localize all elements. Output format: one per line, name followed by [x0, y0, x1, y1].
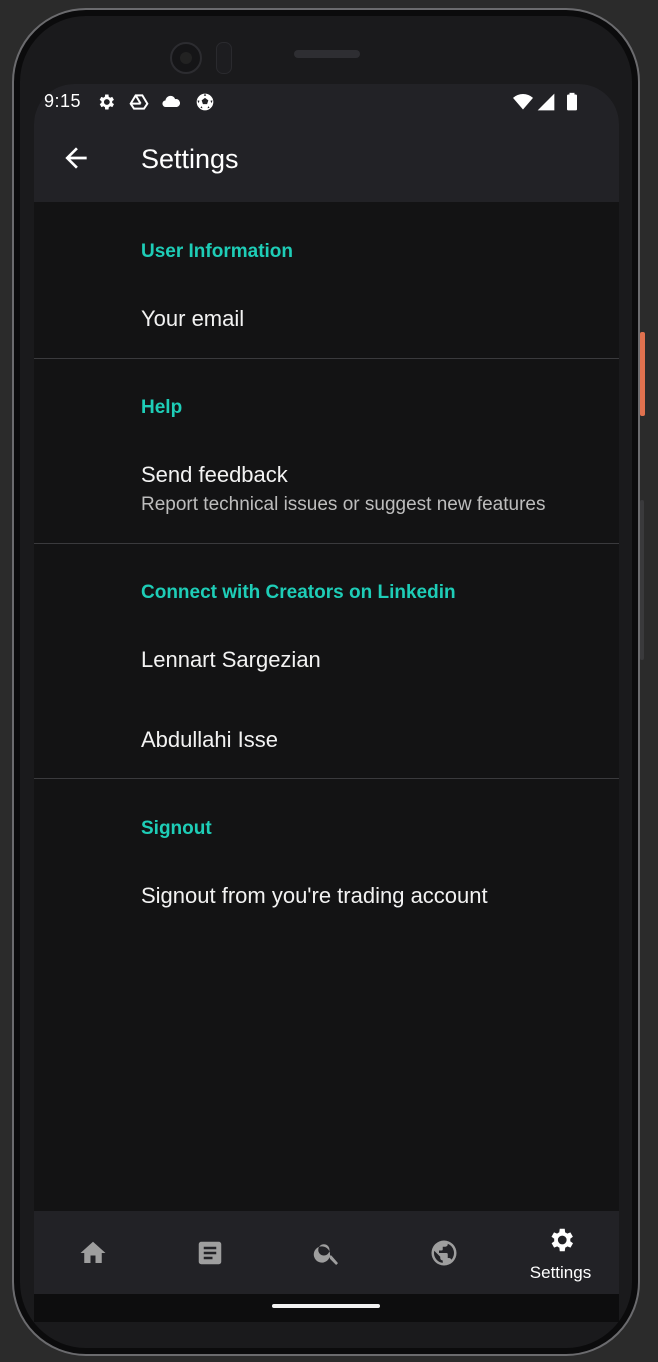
nav-item-search[interactable] — [268, 1211, 385, 1294]
nav-item-home[interactable] — [34, 1211, 151, 1294]
bottom-navigation: Settings — [34, 1211, 619, 1294]
page-title: Settings — [141, 144, 239, 174]
section-divider — [34, 778, 619, 779]
article-icon — [198, 1241, 222, 1265]
screen: 9:15 Settings User Information Your emai… — [34, 84, 619, 1294]
power-button — [640, 332, 645, 416]
proximity-sensor — [216, 42, 232, 74]
gesture-area — [34, 1294, 619, 1322]
settings-item-send-feedback[interactable]: Send feedback Report technical issues or… — [34, 440, 619, 540]
wifi-icon — [513, 94, 533, 110]
section-header-user-information: User Information — [141, 241, 294, 262]
settings-item-title: Send feedback — [141, 462, 288, 487]
signal-icon — [537, 93, 555, 111]
settings-item-title: Abdullahi Isse — [141, 727, 278, 752]
nav-label-settings: Settings — [529, 1263, 592, 1282]
volume-button — [640, 500, 644, 660]
settings-item-abdullahi-isse[interactable]: Abdullahi Isse — [34, 704, 619, 776]
app-bar: Settings — [34, 118, 619, 202]
earpiece-speaker — [294, 50, 360, 58]
section-header-help: Help — [141, 397, 183, 418]
soccer-ball-icon — [196, 93, 214, 111]
search-icon — [313, 1244, 338, 1265]
section-header-signout: Signout — [141, 818, 212, 839]
section-divider — [34, 543, 619, 544]
cloud-icon — [162, 95, 181, 108]
section-divider — [34, 358, 619, 359]
settings-item-lennart-sargezian[interactable]: Lennart Sargezian — [34, 624, 619, 696]
settings-item-title: Your email — [141, 306, 245, 331]
section-header-linkedin: Connect with Creators on Linkedin — [141, 582, 456, 603]
nav-item-articles[interactable] — [151, 1211, 268, 1294]
settings-item-signout[interactable]: Signout from you're trading account — [34, 860, 619, 932]
front-camera — [170, 42, 202, 74]
settings-item-title: Lennart Sargezian — [141, 647, 321, 672]
settings-item-subtitle: Report technical issues or suggest new f… — [141, 494, 546, 515]
nav-item-globe[interactable] — [385, 1211, 502, 1294]
gear-icon — [99, 94, 114, 110]
home-gesture-handle[interactable] — [272, 1304, 380, 1308]
status-time: 9:15 — [44, 91, 82, 111]
globe-icon — [431, 1240, 457, 1266]
settings-icon — [551, 1228, 573, 1252]
status-bar: 9:15 — [34, 84, 619, 118]
drive-icon — [129, 94, 149, 110]
arrow-back-icon[interactable] — [60, 142, 92, 174]
settings-item-your-email[interactable]: Your email — [34, 284, 619, 356]
settings-item-title: Signout from you're trading account — [141, 883, 488, 908]
home-icon — [80, 1241, 106, 1263]
battery-icon — [567, 92, 577, 111]
nav-item-settings[interactable]: Settings — [502, 1211, 619, 1294]
